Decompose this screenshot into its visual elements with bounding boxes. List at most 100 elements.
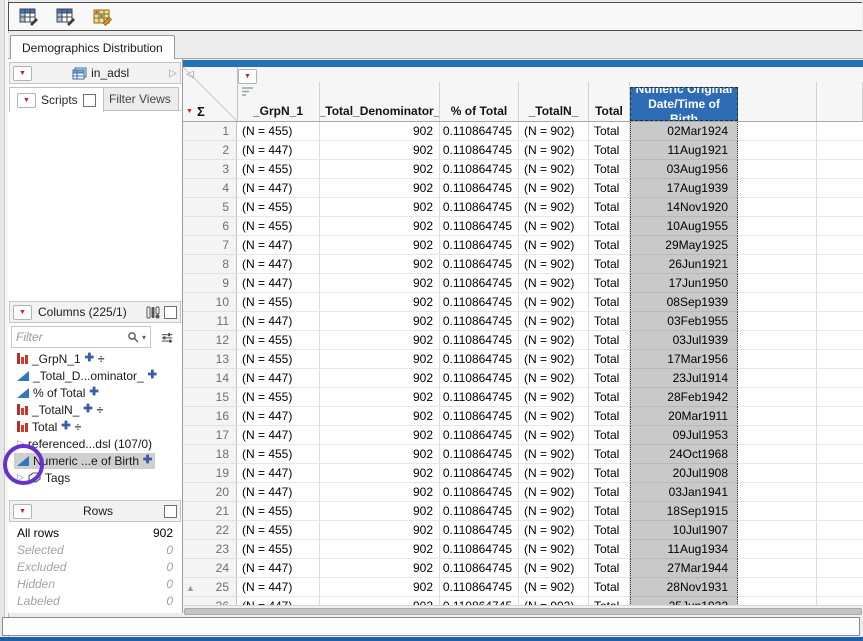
- cell-totaln[interactable]: (N = 902): [519, 122, 589, 141]
- cell-pct-of-total[interactable]: 0.110864745: [440, 255, 519, 274]
- cell-date-of-birth[interactable]: 03Jan1941: [630, 483, 738, 502]
- cell-total-denominator[interactable]: 902: [320, 540, 440, 559]
- column-header-selected[interactable]: Numeric Original Date/Time of Birth: [630, 87, 738, 121]
- row-number[interactable]: 14: [183, 369, 237, 388]
- cell-empty[interactable]: [817, 464, 863, 483]
- cell-total-denominator[interactable]: 902: [320, 407, 440, 426]
- cell-date-of-birth[interactable]: 26Jun1921: [630, 255, 738, 274]
- row-number[interactable]: 10: [183, 293, 237, 312]
- scrollbar-thumb[interactable]: [184, 608, 862, 615]
- scripts-red-triangle-icon[interactable]: [17, 93, 36, 108]
- cell-totaln[interactable]: (N = 902): [519, 483, 589, 502]
- row-number[interactable]: 13: [183, 350, 237, 369]
- cell-grpn1[interactable]: (N = 455): [237, 502, 320, 521]
- cell-date-of-birth[interactable]: 03Feb1955: [630, 312, 738, 331]
- cell-total-denominator[interactable]: 902: [320, 483, 440, 502]
- cell-pct-of-total[interactable]: 0.110864745: [440, 540, 519, 559]
- cell-total-denominator[interactable]: 902: [320, 141, 440, 160]
- cell-pct-of-total[interactable]: 0.110864745: [440, 483, 519, 502]
- row-number[interactable]: 7: [183, 236, 237, 255]
- cell-date-of-birth[interactable]: 10Aug1955: [630, 217, 738, 236]
- cell-pct-of-total[interactable]: 0.110864745: [440, 426, 519, 445]
- cell-empty[interactable]: [817, 540, 863, 559]
- row-number[interactable]: 21: [183, 502, 237, 521]
- column-header-1[interactable]: _Total_Denominator_: [320, 82, 440, 121]
- cell-empty[interactable]: [817, 217, 863, 236]
- row-number[interactable]: 3: [183, 160, 237, 179]
- cell-total[interactable]: Total: [589, 445, 630, 464]
- cell-date-of-birth[interactable]: 17Mar1956: [630, 350, 738, 369]
- cell-empty[interactable]: [817, 502, 863, 521]
- cell-empty[interactable]: [738, 540, 817, 559]
- cell-pct-of-total[interactable]: 0.110864745: [440, 369, 519, 388]
- row-number[interactable]: 12: [183, 331, 237, 350]
- cell-empty[interactable]: [817, 426, 863, 445]
- cell-grpn1[interactable]: (N = 447): [237, 559, 320, 578]
- cell-pct-of-total[interactable]: 0.110864745: [440, 274, 519, 293]
- cell-date-of-birth[interactable]: 28Feb1942: [630, 388, 738, 407]
- new-data-view-icon[interactable]: [17, 5, 41, 29]
- cell-empty[interactable]: [738, 578, 817, 597]
- row-number[interactable]: 22: [183, 521, 237, 540]
- cell-empty[interactable]: [817, 407, 863, 426]
- cell-grpn1[interactable]: (N = 447): [237, 312, 320, 331]
- cell-pct-of-total[interactable]: 0.110864745: [440, 236, 519, 255]
- cell-empty[interactable]: [817, 350, 863, 369]
- cell-empty[interactable]: [817, 388, 863, 407]
- row-number[interactable]: 8: [183, 255, 237, 274]
- rows-menu[interactable]: ▼ Σ: [186, 104, 205, 119]
- row-number[interactable]: 19: [183, 464, 237, 483]
- row-number[interactable]: 15: [183, 388, 237, 407]
- cell-pct-of-total[interactable]: 0.110864745: [440, 122, 519, 141]
- cell-date-of-birth[interactable]: 23Jul1914: [630, 369, 738, 388]
- rows-stat-all-rows[interactable]: All rows902: [9, 524, 181, 541]
- cell-total[interactable]: Total: [589, 388, 630, 407]
- cell-total[interactable]: Total: [589, 312, 630, 331]
- cell-date-of-birth[interactable]: 03Jul1939: [630, 331, 738, 350]
- row-number[interactable]: 24: [183, 559, 237, 578]
- cell-date-of-birth[interactable]: 28Nov1931: [630, 578, 738, 597]
- cell-empty[interactable]: [738, 597, 817, 605]
- cell-total[interactable]: Total: [589, 350, 630, 369]
- cell-total-denominator[interactable]: 902: [320, 597, 440, 605]
- rows-red-triangle-icon[interactable]: [13, 504, 32, 519]
- cell-grpn1[interactable]: (N = 447): [237, 426, 320, 445]
- cell-empty[interactable]: [817, 597, 863, 605]
- cell-totaln[interactable]: (N = 902): [519, 293, 589, 312]
- cell-total[interactable]: Total: [589, 255, 630, 274]
- column-item-4[interactable]: Total✚÷: [9, 418, 181, 435]
- cell-empty[interactable]: [738, 236, 817, 255]
- cell-date-of-birth[interactable]: 14Nov1920: [630, 198, 738, 217]
- cell-total-denominator[interactable]: 902: [320, 445, 440, 464]
- cell-total[interactable]: Total: [589, 331, 630, 350]
- cell-totaln[interactable]: (N = 902): [519, 236, 589, 255]
- cell-date-of-birth[interactable]: 27Mar1944: [630, 559, 738, 578]
- cell-empty[interactable]: [738, 521, 817, 540]
- cell-total[interactable]: Total: [589, 483, 630, 502]
- cell-grpn1[interactable]: (N = 455): [237, 445, 320, 464]
- cell-grpn1[interactable]: (N = 447): [237, 274, 320, 293]
- cell-grpn1[interactable]: (N = 455): [237, 521, 320, 540]
- cell-totaln[interactable]: (N = 902): [519, 502, 589, 521]
- column-header-3[interactable]: _TotalN_: [519, 82, 589, 121]
- cell-totaln[interactable]: (N = 902): [519, 331, 589, 350]
- cell-pct-of-total[interactable]: 0.110864745: [440, 502, 519, 521]
- cell-empty[interactable]: [817, 122, 863, 141]
- column-item-3[interactable]: _TotalN_✚÷: [9, 401, 181, 418]
- cell-total[interactable]: Total: [589, 597, 630, 605]
- cell-total[interactable]: Total: [589, 464, 630, 483]
- cell-total-denominator[interactable]: 902: [320, 236, 440, 255]
- cell-date-of-birth[interactable]: 29May1925: [630, 236, 738, 255]
- cell-pct-of-total[interactable]: 0.110864745: [440, 293, 519, 312]
- cell-total[interactable]: Total: [589, 407, 630, 426]
- cell-empty[interactable]: [738, 179, 817, 198]
- cell-empty[interactable]: [738, 445, 817, 464]
- cell-empty[interactable]: [817, 198, 863, 217]
- column-item-5[interactable]: ▷referenced...dsl (107/0): [9, 435, 181, 452]
- row-number[interactable]: 20: [183, 483, 237, 502]
- row-number[interactable]: 11: [183, 312, 237, 331]
- cell-date-of-birth[interactable]: 03Aug1956: [630, 160, 738, 179]
- cell-total-denominator[interactable]: 902: [320, 217, 440, 236]
- cell-total[interactable]: Total: [589, 502, 630, 521]
- cell-total-denominator[interactable]: 902: [320, 312, 440, 331]
